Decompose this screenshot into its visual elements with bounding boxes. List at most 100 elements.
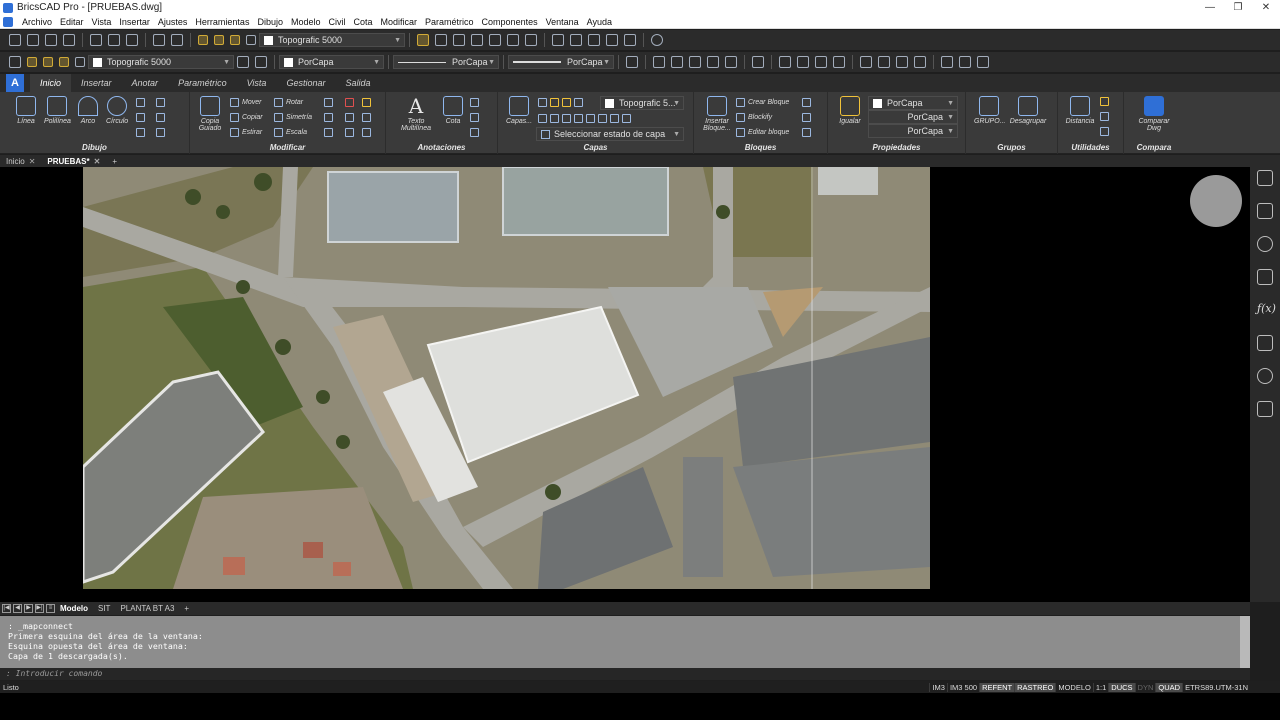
layers-manager-icon[interactable] [588, 34, 600, 46]
ucs-icon[interactable] [941, 56, 953, 68]
structure-tree-icon[interactable] [1257, 335, 1273, 351]
join-button[interactable] [345, 128, 357, 137]
layer-tools-row[interactable] [538, 114, 634, 123]
comparar-dwg-button[interactable]: Comparar Dwg [1132, 96, 1176, 132]
ucs-world-icon[interactable] [977, 56, 989, 68]
menu-herramientas[interactable]: Herramientas [191, 17, 253, 27]
library-grid-icon[interactable] [1257, 401, 1273, 417]
prev-tab-icon[interactable]: ◀ [13, 604, 22, 613]
properties-panel-icon[interactable] [552, 34, 564, 46]
layer-previous-icon[interactable] [255, 56, 267, 68]
status-refent[interactable]: REFENT [979, 682, 1015, 692]
layout-tab-planta[interactable]: PLANTA BT A3 [115, 604, 179, 613]
layer-merge-icon[interactable] [525, 34, 537, 46]
view-left-icon[interactable] [689, 56, 701, 68]
menu-parametrico[interactable]: Paramétrico [421, 17, 478, 27]
layer-lock-icon[interactable] [230, 35, 240, 45]
hatch-pattern-icon[interactable] [1257, 269, 1273, 285]
close-icon[interactable]: ✕ [29, 157, 36, 166]
distancia-button[interactable]: Distancia [1064, 96, 1096, 125]
tab-salida[interactable]: Salida [335, 74, 380, 92]
edit-tool-button[interactable] [362, 98, 374, 107]
add-layout-button[interactable]: + [179, 604, 194, 613]
layer-state-combo[interactable]: Seleccionar estado de capa ▼ [536, 127, 684, 141]
desagrupar-button[interactable]: Desagrupar [1008, 96, 1048, 125]
menu-civil[interactable]: Civil [325, 17, 350, 27]
minimize-button[interactable]: — [1196, 2, 1224, 13]
insertar-bloque-button[interactable]: Insertar Bloque... [702, 96, 732, 132]
select-button[interactable] [1100, 112, 1112, 121]
layer-combo-toolbar2[interactable]: Topografic 5000 ▼ [88, 55, 234, 69]
status-dyn[interactable]: DYN [1134, 682, 1156, 692]
linetype-combo[interactable]: PorCapa ▼ [393, 55, 499, 69]
menu-vista[interactable]: Vista [88, 17, 116, 27]
quick-select-button[interactable] [1100, 97, 1112, 106]
maximize-button[interactable]: ❐ [1224, 2, 1252, 13]
tab-anotar[interactable]: Anotar [122, 74, 169, 92]
menu-archivo[interactable]: Archivo [18, 17, 56, 27]
ribbon-lineweight-combo[interactable]: PorCapa ▼ [868, 124, 958, 138]
status-quad[interactable]: QUAD [1155, 682, 1183, 692]
trim-button[interactable] [324, 113, 336, 122]
document-icon[interactable] [3, 16, 13, 27]
copia-guiado-button[interactable]: Copia Guiado [196, 96, 224, 132]
menu-modificar[interactable]: Modificar [377, 17, 422, 27]
layer-on-bulb-icon[interactable] [198, 35, 208, 45]
named-views-icon[interactable] [752, 56, 764, 68]
menu-editar[interactable]: Editar [56, 17, 88, 27]
print-icon[interactable] [108, 34, 120, 46]
next-tab-icon[interactable]: ▶ [24, 604, 33, 613]
copiar-button[interactable]: Copiar [230, 113, 263, 122]
explode-button[interactable] [362, 113, 374, 122]
layer-on-bulb-icon[interactable] [27, 57, 37, 67]
dim-style-button[interactable] [470, 113, 482, 122]
menu-insertar[interactable]: Insertar [115, 17, 154, 27]
layout-tab-modelo[interactable]: Modelo [55, 604, 93, 613]
new-tab-button[interactable]: + [106, 157, 123, 166]
layer-manager-icon[interactable] [9, 56, 21, 68]
block-edit-attr-button[interactable] [802, 113, 814, 122]
layout-tab-sit[interactable]: SIT [93, 604, 115, 613]
close-icon[interactable]: ✕ [94, 157, 101, 166]
application-menu-button[interactable]: A [6, 74, 24, 92]
block-manage-button[interactable] [802, 128, 814, 137]
explorer-icon[interactable] [570, 34, 582, 46]
capas-button[interactable]: Capas... [506, 96, 532, 125]
array-button[interactable] [324, 98, 336, 107]
view-back-icon[interactable] [671, 56, 683, 68]
boundary-button[interactable] [156, 113, 168, 122]
lineweight-combo[interactable]: PorCapa ▼ [508, 55, 614, 69]
texto-multilinea-button[interactable]: A Texto Multilínea [396, 96, 436, 132]
region-button[interactable] [136, 128, 148, 137]
help-icon[interactable] [651, 34, 663, 46]
polilinea-button[interactable]: Polilínea [44, 96, 71, 125]
color-combo[interactable]: PorCapa ▼ [279, 55, 384, 69]
view-tool-icon[interactable] [626, 56, 638, 68]
layer-isolate-icon[interactable] [453, 34, 465, 46]
menu-modelo[interactable]: Modelo [287, 17, 325, 27]
viewport-icon[interactable] [779, 56, 791, 68]
view-iso-icon[interactable] [725, 56, 737, 68]
doc-tab-pruebas[interactable]: PRUEBAS* ✕ [41, 157, 106, 166]
layer-print-icon[interactable] [75, 57, 85, 67]
doc-tab-inicio[interactable]: Inicio ✕ [0, 157, 41, 166]
open-file-icon[interactable] [27, 34, 39, 46]
ribbon-layer-combo[interactable]: Topografic 5... ▼ [600, 96, 684, 110]
mover-button[interactable]: Mover [230, 98, 261, 107]
linea-button[interactable]: Línea [16, 96, 36, 125]
tab-insertar[interactable]: Insertar [71, 74, 122, 92]
status-im3-500[interactable]: IM3 500 [946, 682, 979, 692]
tab-parametrico[interactable]: Paramétrico [168, 74, 237, 92]
function-fx-icon[interactable]: ƒ(x) [1257, 302, 1276, 318]
aerial-map-image[interactable] [83, 167, 930, 589]
estirar-button[interactable]: Estirar [230, 128, 262, 137]
first-tab-icon[interactable]: |◀ [2, 604, 11, 613]
menu-ajustes[interactable]: Ajustes [154, 17, 192, 27]
properties-sliders-icon[interactable] [1257, 170, 1273, 186]
view-front-icon[interactable] [653, 56, 665, 68]
layer-freeze-sun-icon[interactable] [43, 57, 53, 67]
menu-componentes[interactable]: Componentes [478, 17, 542, 27]
menu-dibujo[interactable]: Dibujo [253, 17, 287, 27]
layer-walk-icon[interactable] [489, 34, 501, 46]
layer-states-icon[interactable] [507, 34, 519, 46]
